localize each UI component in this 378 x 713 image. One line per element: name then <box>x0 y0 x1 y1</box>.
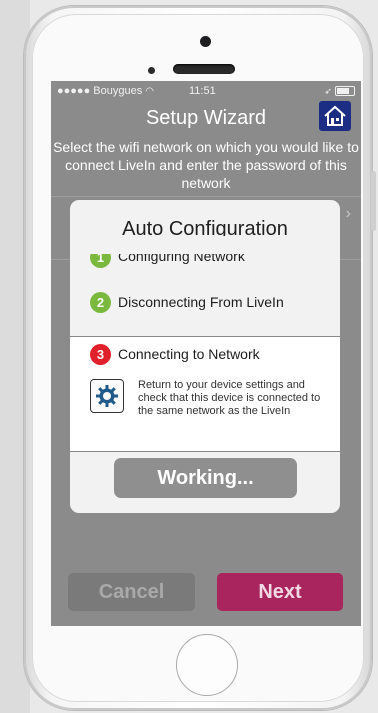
active-step-panel: 3 Connecting to Network Return to your d… <box>70 336 340 452</box>
carrier-text: ●●●●● Bouygues <box>57 85 143 97</box>
step-3-badge: 3 <box>90 344 111 365</box>
page-title: Setup Wizard <box>145 107 267 129</box>
app-screen: ●●●●● Bouygues ◠ 11:51 ➶ Setup Wizard Se… <box>51 81 361 626</box>
step-2-badge: 2 <box>90 292 111 313</box>
proximity-sensor <box>148 67 155 74</box>
step-2-label: Disconnecting From LiveIn <box>118 294 284 310</box>
cancel-button[interactable]: Cancel <box>68 573 195 611</box>
device-home-button[interactable] <box>176 634 238 696</box>
step-3-label: Connecting to Network <box>118 346 260 362</box>
status-right: ➶ <box>324 85 355 97</box>
chevron-right-icon: › <box>345 205 351 222</box>
auto-configuration-dialog: Auto Configuration 1 Configuring Network… <box>70 200 340 513</box>
status-time: 11:51 <box>189 85 216 97</box>
help-text: Return to your device settings and check… <box>138 379 321 417</box>
working-button[interactable]: Working... <box>114 458 297 498</box>
carrier-label: ●●●●● Bouygues ◠ <box>57 85 154 97</box>
battery-icon <box>335 86 355 97</box>
settings-icon-box <box>90 379 124 413</box>
earpiece-speaker <box>173 64 235 74</box>
instructions-text: Select the wifi network on which you wou… <box>53 139 359 191</box>
wifi-icon: ◠ <box>145 86 154 97</box>
home-button[interactable] <box>319 101 351 131</box>
home-icon <box>324 105 346 126</box>
gear-icon <box>96 385 118 407</box>
location-arrow-icon: ➶ <box>324 86 332 96</box>
next-button[interactable]: Next <box>217 573 343 611</box>
step-1-mask <box>70 236 340 254</box>
status-bar: ●●●●● Bouygues ◠ 11:51 ➶ <box>51 81 361 101</box>
side-button <box>371 171 376 231</box>
front-camera <box>200 36 211 47</box>
